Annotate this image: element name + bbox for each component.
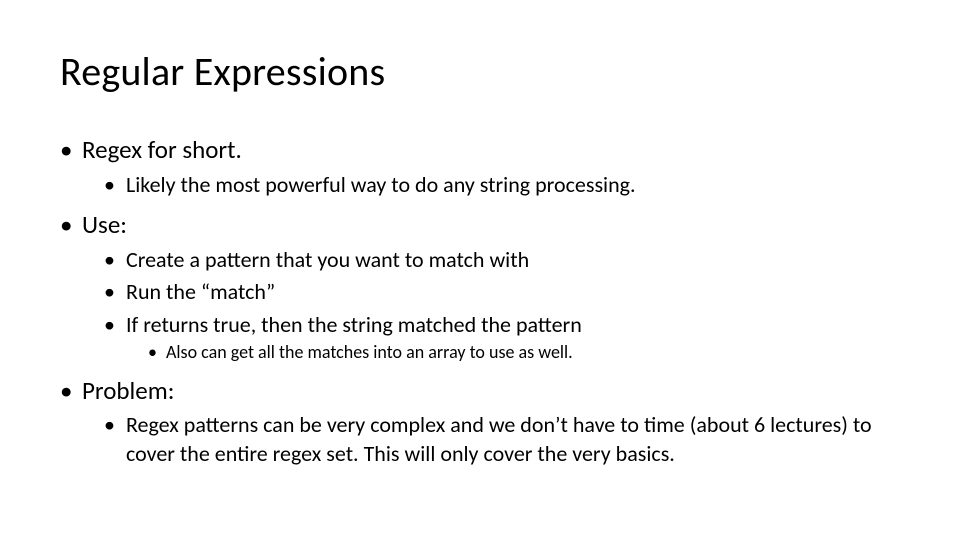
bullet-text: Problem: (82, 375, 174, 406)
bullet-text: Use: (82, 209, 127, 240)
bullet-regex-short-sub1: Likely the most powerful way to do any s… (104, 171, 900, 200)
bullet-list-level-2: Likely the most powerful way to do any s… (82, 171, 900, 200)
bullet-text: Run the “match” (126, 278, 275, 305)
bullet-text: If returns true, then the string matched… (126, 311, 582, 338)
bullet-problem: Problem: Regex patterns can be very comp… (60, 375, 900, 469)
bullet-list-level-2: Create a pattern that you want to match … (82, 246, 900, 365)
bullet-list-level-3: Also can get all the matches into an arr… (126, 341, 900, 364)
bullet-problem-sub1: Regex patterns can be very complex and w… (104, 411, 900, 468)
bullet-use-sub3: If returns true, then the string matched… (104, 311, 900, 365)
bullet-use-sub1: Create a pattern that you want to match … (104, 246, 900, 275)
bullet-use: Use: Create a pattern that you want to m… (60, 209, 900, 365)
slide: Regular Expressions Regex for short. Lik… (0, 0, 960, 540)
bullet-use-sub3-sub1: Also can get all the matches into an arr… (148, 341, 900, 364)
bullet-text: Also can get all the matches into an arr… (166, 341, 573, 363)
bullet-list-level-1: Regex for short. Likely the most powerfu… (60, 134, 900, 468)
bullet-text: Create a pattern that you want to match … (126, 246, 529, 273)
bullet-text: Regex for short. (82, 134, 242, 165)
slide-title: Regular Expressions (60, 50, 900, 94)
bullet-use-sub2: Run the “match” (104, 278, 900, 307)
bullet-text: Likely the most powerful way to do any s… (126, 171, 636, 198)
bullet-text: Regex patterns can be very complex and w… (126, 411, 872, 467)
bullet-list-level-2: Regex patterns can be very complex and w… (82, 411, 900, 468)
bullet-regex-short: Regex for short. Likely the most powerfu… (60, 134, 900, 199)
